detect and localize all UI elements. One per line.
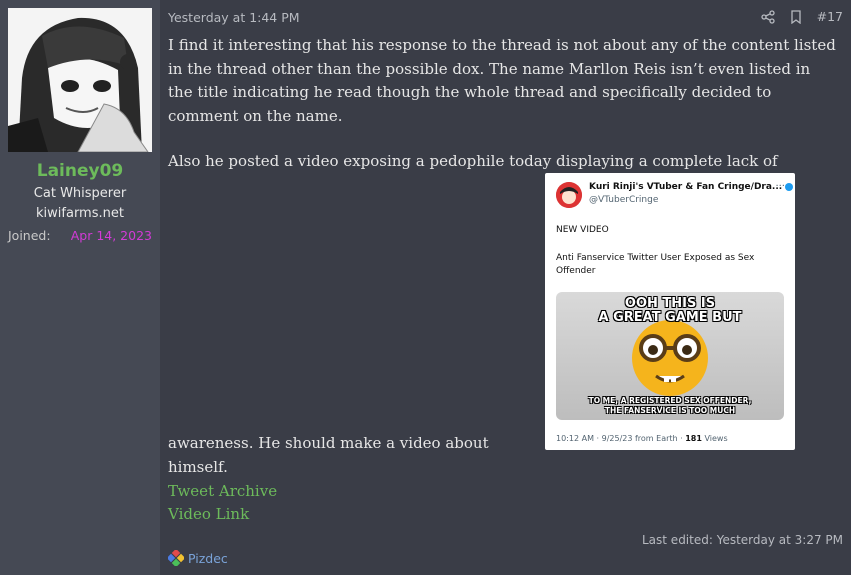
- reaction-user[interactable]: Pizdec: [188, 551, 228, 566]
- user-sidebar: Lainey09 Cat Whisperer kiwifarms.net Joi…: [0, 0, 160, 575]
- tweet-handle: @VTuberCringe: [589, 195, 659, 205]
- tweet-line-1: NEW VIDEO: [556, 225, 609, 235]
- tweet-line-2: Anti Fanservice Twitter User Exposed as …: [556, 253, 755, 276]
- more-options-icon: ···: [775, 181, 785, 192]
- user-avatar[interactable]: [8, 8, 152, 152]
- avatar-image: [8, 8, 152, 152]
- last-edited: Last edited: Yesterday at 3:27 PM: [642, 533, 843, 547]
- post-number[interactable]: #17: [817, 9, 843, 24]
- post-date[interactable]: Yesterday at 1:44 PM: [168, 10, 300, 25]
- verified-badge-icon: [785, 182, 794, 191]
- tweet-archive-link[interactable]: Tweet Archive: [168, 482, 277, 500]
- tweet-meta: 10:12 AM · 9/25/23 from Earth · 181 View…: [556, 434, 728, 443]
- share-icon[interactable]: [760, 9, 775, 24]
- meme-bottom-text: TO ME, A REGISTERED SEX OFFENDER, THE FA…: [588, 396, 752, 415]
- meme-top-text: OOH THIS IS A GREAT GAME BUT: [598, 296, 742, 325]
- bookmark-icon[interactable]: [789, 9, 803, 24]
- user-title: Cat Whisperer: [33, 186, 127, 201]
- tweet-avatar: [556, 182, 582, 208]
- video-link[interactable]: Video Link: [168, 505, 249, 523]
- tweet-media: OOH THIS IS A GREAT GAME BUT TO ME, A RE…: [556, 292, 784, 420]
- post-paragraph-1: I find it interesting that his response …: [168, 36, 836, 125]
- post-paragraph-2-start: Also he posted a video exposing a pedoph…: [168, 152, 778, 170]
- joined-label: Joined:: [8, 228, 51, 243]
- reaction-icon: [168, 550, 184, 566]
- post-actions: #17: [760, 9, 843, 24]
- reaction-bar[interactable]: Pizdec: [168, 550, 228, 566]
- joined-date: Apr 14, 2023: [70, 228, 152, 243]
- embedded-tweet-image[interactable]: Kuri Rinji's VTuber & Fan Cringe/Dra... …: [545, 173, 795, 450]
- user-site-banner: kiwifarms.net: [36, 206, 124, 221]
- username[interactable]: Lainey09: [0, 161, 160, 181]
- post-paragraph-2-end: awareness. He should make a video about …: [168, 434, 489, 476]
- tweet-display-name: Kuri Rinji's VTuber & Fan Cringe/Dra...: [589, 182, 794, 192]
